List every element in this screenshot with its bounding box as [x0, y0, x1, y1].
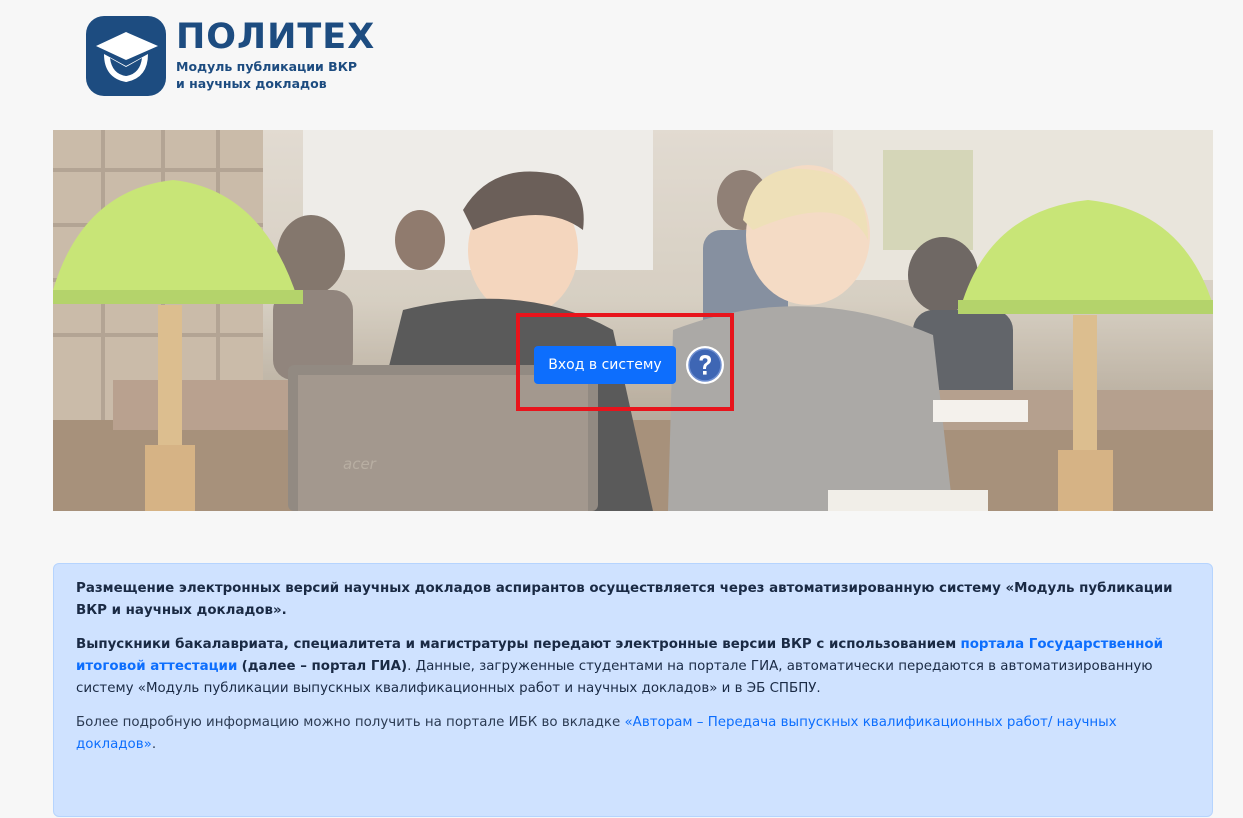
info-paragraph-3-text: Более подробную информацию можно получит…	[76, 715, 621, 730]
info-paragraph-2: Выпускники бакалавриата, специалитета и …	[76, 634, 1190, 700]
laptop-brand-label: acer	[343, 455, 376, 473]
info-panel: Размещение электронных версий научных до…	[53, 563, 1213, 817]
logo-title: ПОЛИТЕХ	[176, 17, 376, 57]
info-paragraph-2-rest: . Данные, загруженные студентами на порт…	[76, 659, 1153, 696]
graduation-cap-icon	[86, 16, 166, 96]
info-paragraph-2-bold2: (далее – портал ГИА)	[241, 659, 408, 674]
logo-subtitle-line1: Модуль публикации ВКР	[176, 59, 358, 74]
logo-subtitle: Модуль публикации ВКР и научных докладов	[176, 58, 357, 92]
highlight-box	[516, 313, 734, 411]
info-paragraph-2-bold: Выпускники бакалавриата, специалитета и …	[76, 637, 957, 652]
site-logo[interactable]: ПОЛИТЕХ Модуль публикации ВКР и научных …	[86, 16, 386, 98]
info-paragraph-3-end: .	[151, 737, 157, 752]
info-paragraph-3: Более подробную информацию можно получит…	[76, 712, 1190, 756]
info-paragraph-1: Размещение электронных версий научных до…	[76, 581, 1173, 618]
logo-subtitle-line2: и научных докладов	[176, 76, 327, 91]
